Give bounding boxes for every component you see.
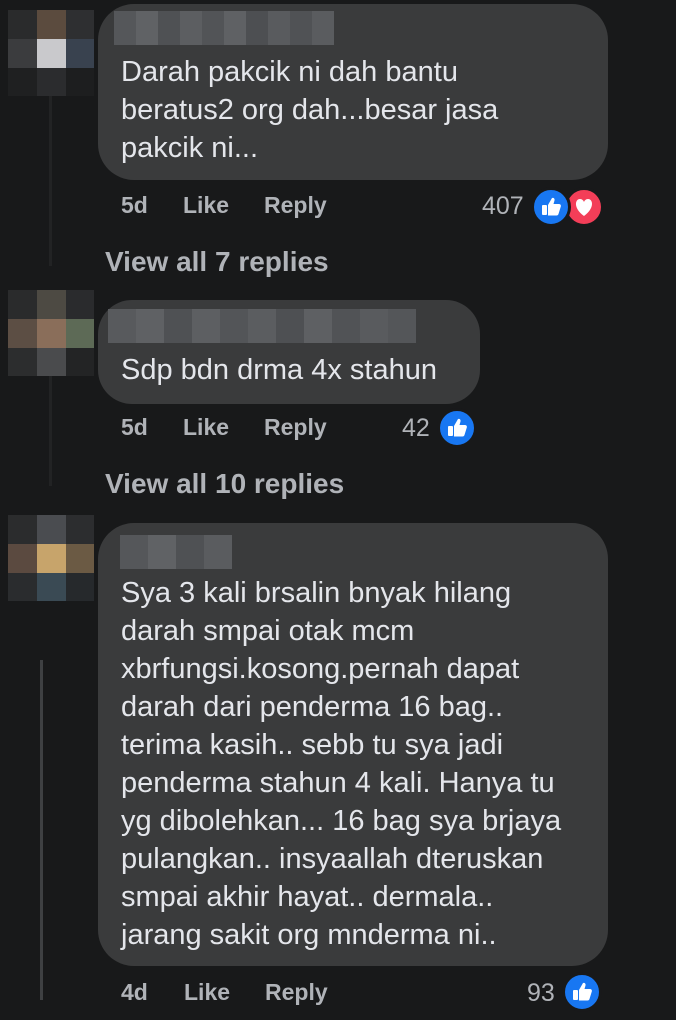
avatar[interactable] [8, 515, 94, 601]
comment-text: Sya 3 kali brsalin bnyak hilang darah sm… [121, 577, 562, 951]
like-button[interactable]: Like [183, 414, 229, 441]
comment-time[interactable]: 4d [121, 979, 148, 1006]
like-button[interactable]: Like [183, 192, 229, 219]
like-button[interactable]: Like [184, 979, 230, 1006]
reply-button[interactable]: Reply [264, 414, 327, 441]
reply-button[interactable]: Reply [265, 979, 328, 1006]
comment-time[interactable]: 5d [121, 414, 148, 441]
view-replies-link[interactable]: View all 10 replies [105, 468, 344, 500]
like-icon[interactable] [437, 408, 477, 448]
thread-line [49, 376, 52, 486]
like-icon[interactable] [562, 972, 602, 1012]
commenter-name-blurred[interactable] [108, 309, 416, 343]
thread-line [49, 96, 52, 266]
reaction-count[interactable]: 407 [482, 192, 524, 221]
reaction-count[interactable]: 93 [527, 979, 555, 1008]
thread-line [40, 660, 43, 1000]
commenter-name-blurred[interactable] [114, 11, 334, 45]
avatar[interactable] [8, 290, 94, 376]
commenter-name-blurred[interactable] [120, 535, 232, 569]
comment-time[interactable]: 5d [121, 192, 148, 219]
reaction-count[interactable]: 42 [402, 414, 430, 443]
comment-text: Darah pakcik ni dah bantu beratus2 org d… [121, 56, 499, 164]
avatar[interactable] [8, 10, 94, 96]
comment-text: Sdp bdn drma 4x stahun [121, 354, 437, 386]
like-icon[interactable] [531, 187, 571, 227]
reply-button[interactable]: Reply [264, 192, 327, 219]
view-replies-link[interactable]: View all 7 replies [105, 246, 329, 278]
